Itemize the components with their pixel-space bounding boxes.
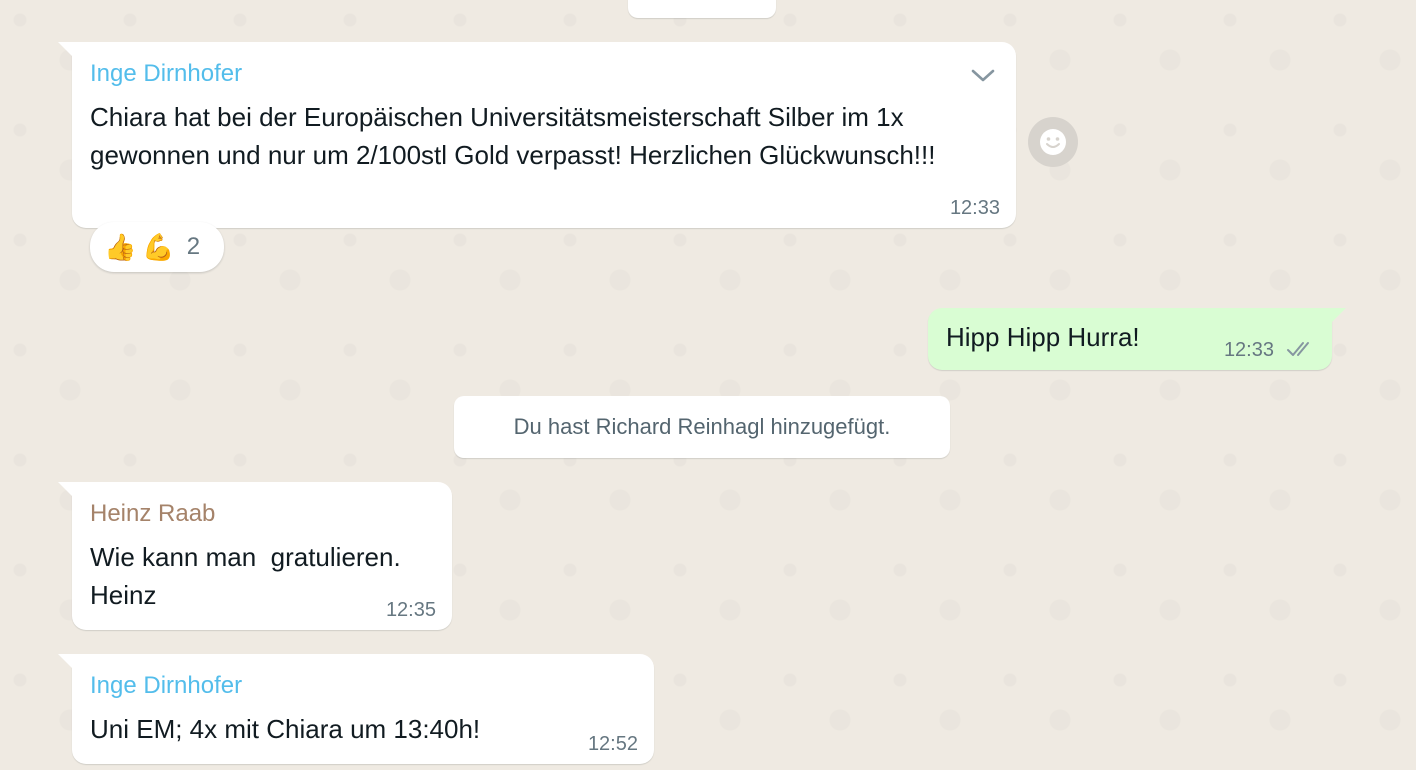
smiley-icon (1040, 129, 1066, 155)
sender-name[interactable]: Inge Dirnhofer (90, 672, 242, 700)
message-bubble-inge-2[interactable]: Inge Dirnhofer Uni EM; 4x mit Chiara um … (58, 654, 654, 764)
bubble-tail (58, 482, 72, 496)
message-text: Wie kann man gratulieren. Heinz (90, 542, 401, 610)
message-bubble-outgoing[interactable]: Hipp Hipp Hurra! 12:33 (928, 308, 1346, 370)
sender-name[interactable]: Inge Dirnhofer (90, 60, 242, 88)
message-bubble-heinz[interactable]: Heinz Raab Wie kann man gratulieren. Hei… (58, 482, 452, 630)
double-check-icon (1287, 342, 1309, 356)
message-text: Uni EM; 4x mit Chiara um 13:40h! (90, 714, 481, 744)
message-text: Chiara hat bei der Europäischen Universi… (90, 102, 936, 170)
bubble-tail (58, 42, 72, 56)
message-text: Hipp Hipp Hurra! (946, 322, 1140, 352)
message-time: 12:33 (1223, 339, 1274, 361)
sender-name[interactable]: Heinz Raab (90, 500, 215, 528)
react-emoji-button[interactable] (1028, 117, 1078, 167)
flexed-biceps-icon: 💪 (142, 231, 175, 262)
reactions-bar[interactable]: 👍 💪 2 (90, 222, 224, 272)
message-time: 12:52 (587, 733, 638, 755)
message-time: 12:33 (949, 197, 1000, 219)
reaction-count: 2 (186, 233, 201, 260)
message-bubble-inge-1[interactable]: Inge Dirnhofer Chiara hat bei der Europä… (58, 42, 1016, 228)
system-message: Du hast Richard Reinhagl hinzugefügt. (454, 396, 950, 458)
previous-message-bubble (628, 0, 776, 18)
thumbs-up-icon: 👍 (104, 231, 137, 262)
bubble-tail (1332, 308, 1346, 322)
bubble-tail (58, 654, 72, 668)
message-time: 12:35 (385, 599, 436, 621)
chevron-down-icon[interactable] (968, 60, 998, 90)
system-message-text: Du hast Richard Reinhagl hinzugefügt. (513, 414, 891, 439)
